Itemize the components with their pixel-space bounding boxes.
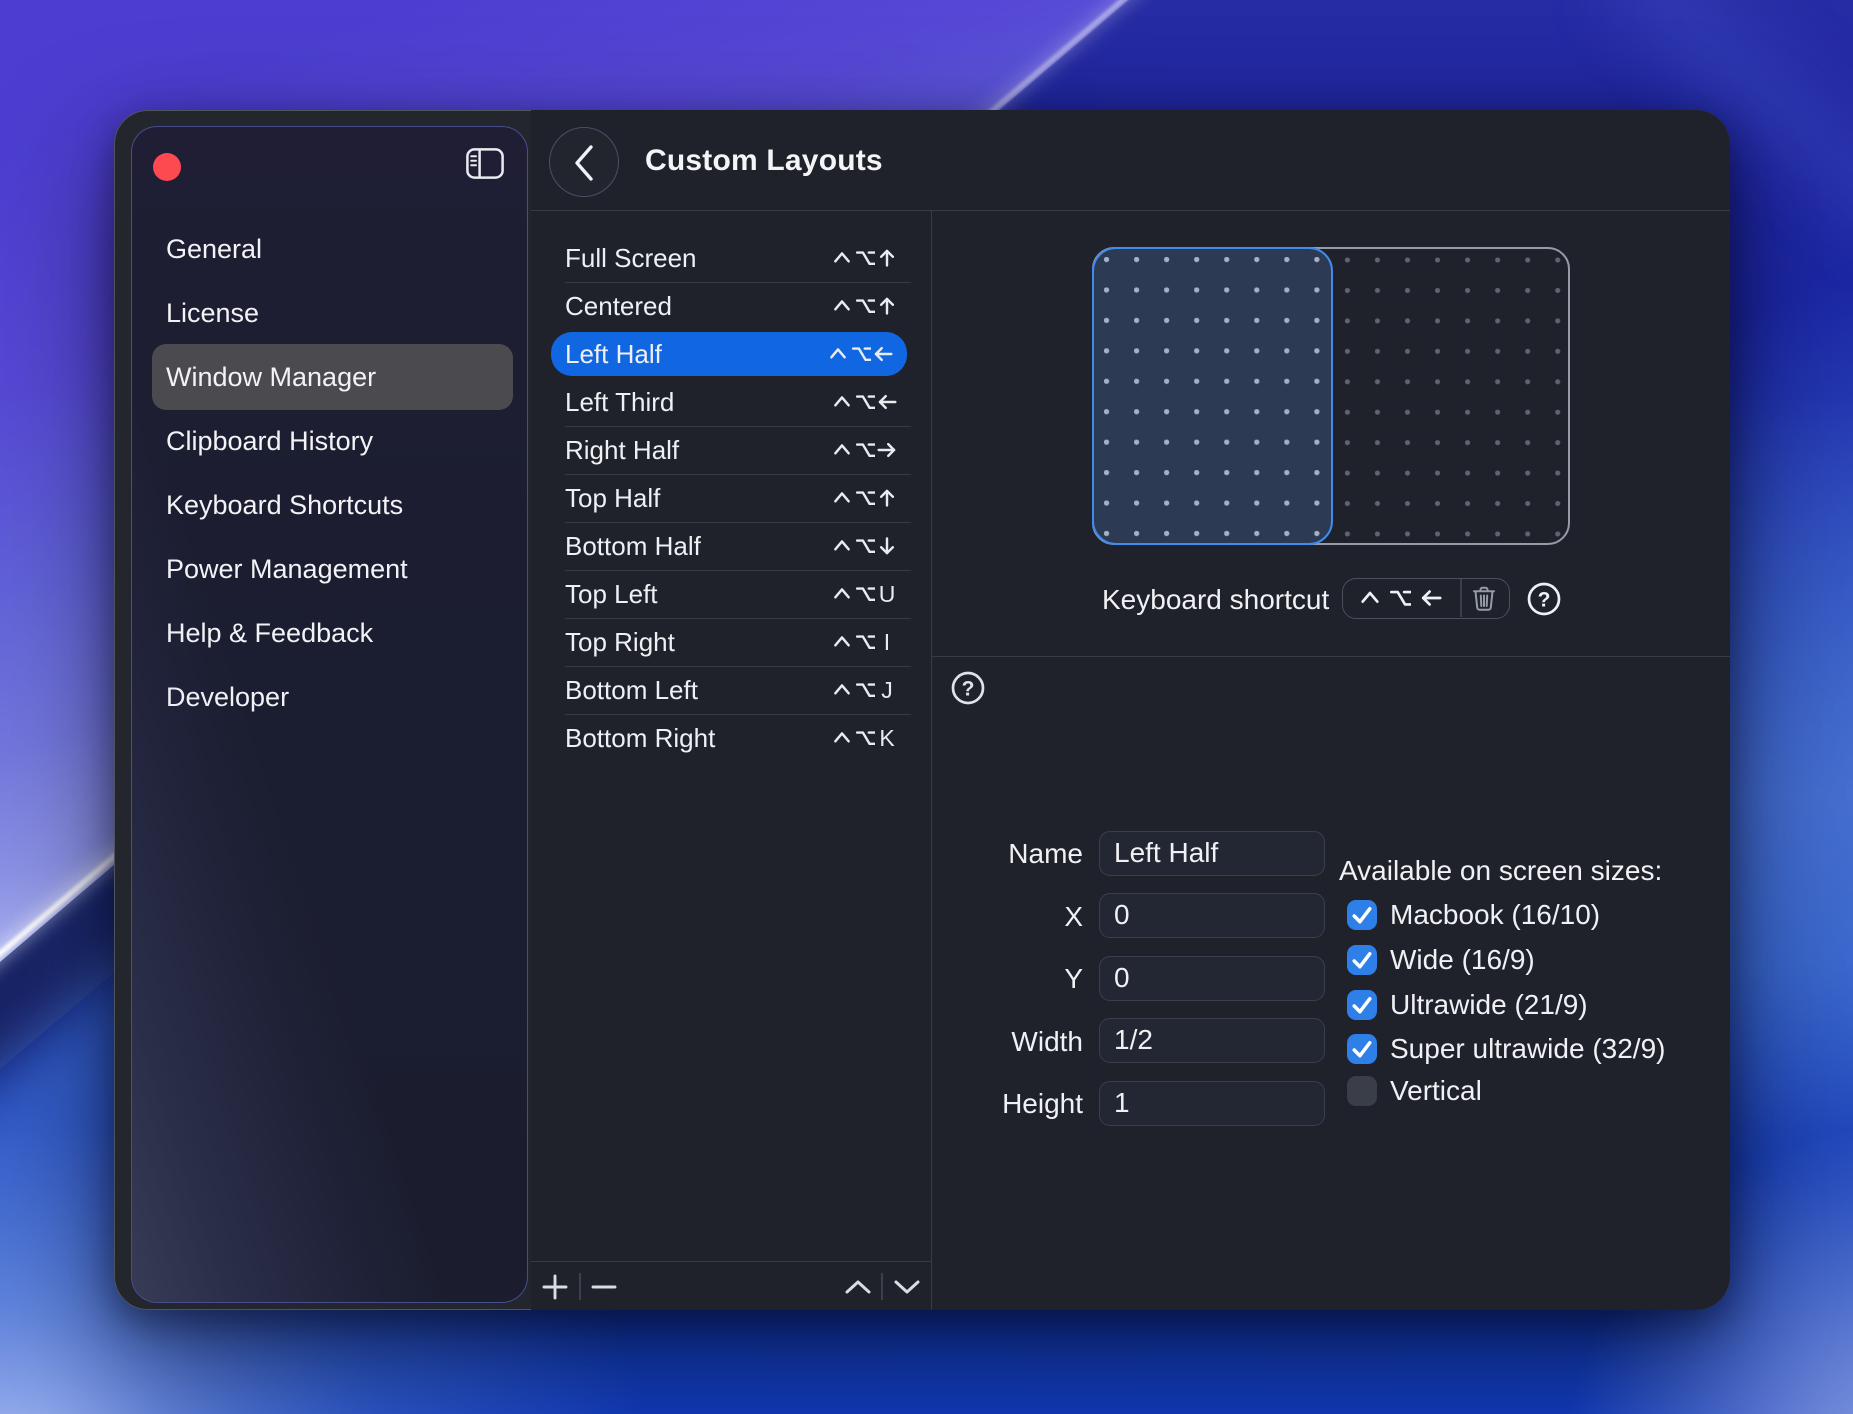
svg-text:?: ? <box>1538 589 1551 612</box>
svg-text:?: ? <box>962 678 975 701</box>
